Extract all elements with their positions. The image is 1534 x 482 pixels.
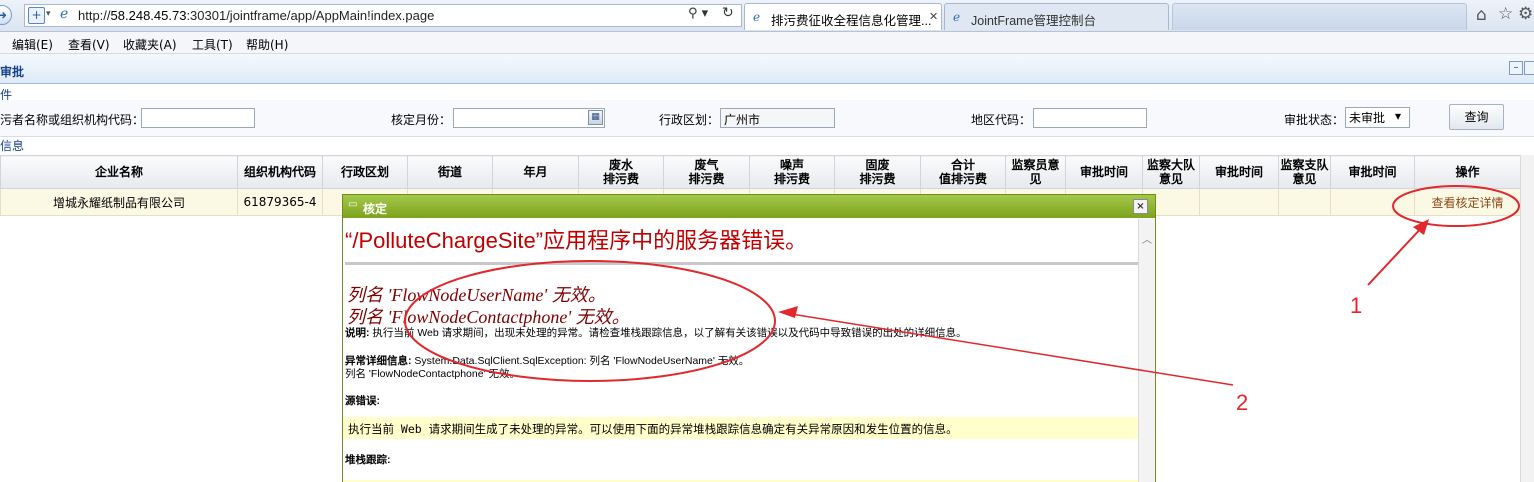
col-approval-time-2[interactable]: 审批时间 [1199, 155, 1279, 189]
description-text: 执行当前 Web 请求期间，出现未处理的异常。请检查堆栈跟踪信息，以了解有关该错… [372, 327, 967, 339]
scroll-up-icon[interactable]: ︿ [1142, 231, 1152, 246]
menu-favorites[interactable]: 收藏夹(A) [123, 36, 177, 53]
col-approval-time-1[interactable]: 审批时间 [1065, 155, 1143, 189]
dialog-header[interactable]: ▭ 核定 × [343, 195, 1155, 218]
month-input[interactable] [453, 108, 605, 128]
settings-gear-icon[interactable]: ⚙ [1518, 4, 1533, 24]
col-region[interactable]: 行政区划 [322, 155, 408, 189]
favorites-star-icon[interactable]: ☆ [1498, 4, 1513, 24]
chevron-down-icon: ▾ [1395, 109, 1402, 123]
col-wastegas-fee[interactable]: 废气 排污费 [663, 155, 750, 189]
col-wastewater-fee[interactable]: 废水 排污费 [578, 155, 664, 189]
menu-tools[interactable]: 工具(T) [192, 36, 233, 53]
status-selected-value: 未审批 [1349, 111, 1386, 125]
cell-company: 增城永耀纸制品有限公司 [0, 188, 238, 216]
page-title: 审批 [0, 65, 25, 79]
region-label: 行政区划： [659, 113, 720, 127]
grid-scrollbar[interactable] [1520, 155, 1534, 482]
col-inspector-opinion[interactable]: 监察员意 见 [1005, 155, 1066, 189]
close-icon[interactable]: × [1133, 199, 1148, 214]
month-label: 核定月份： [391, 113, 452, 127]
blank-tab[interactable] [1172, 3, 1467, 30]
url-text[interactable]: http://58.248.45.73:30301/jointframe/app… [78, 8, 434, 23]
cell-org-code: 61879365-4 [237, 188, 323, 216]
col-detachment-opinion[interactable]: 监察支队 意见 [1278, 155, 1331, 189]
col-action: 操作 [1414, 155, 1521, 189]
refresh-icon[interactable]: ↻ [722, 5, 734, 21]
url-scheme: http:// [78, 8, 111, 23]
info-legend: 信息 [0, 139, 25, 153]
source-error-box: 执行当前 Web 请求期间生成了未处理的异常。可以使用下面的异常堆栈跟踪信息确定… [343, 417, 1138, 439]
area-code-label: 地区代码： [971, 113, 1032, 127]
tab-label: 排污费征收全程信息化管理... [771, 14, 932, 28]
col-month[interactable]: 年月 [492, 155, 579, 189]
back-icon[interactable]: ➜ [0, 5, 12, 25]
menu-help[interactable]: 帮助(H) [246, 36, 288, 53]
minimize-icon[interactable]: – [1509, 61, 1523, 75]
cell-action: 查看核定详情 [1414, 188, 1521, 216]
search-icon[interactable]: ⚲ ▾ [688, 6, 708, 21]
ie-tab-icon: ℯ [953, 10, 961, 24]
error-title: “/PolluteChargeSite”应用程序中的服务器错误。 [345, 228, 808, 253]
col-approval-time-3[interactable]: 审批时间 [1330, 155, 1415, 189]
tab-pollution-fee[interactable]: ℯ 排污费征收全程信息化管理... ✕ [744, 3, 942, 30]
col-solidwaste-fee[interactable]: 固废 排污费 [834, 155, 921, 189]
annotation-label-2: 2 [1236, 390, 1248, 415]
url-path: :30301/jointframe/app/AppMain!index.page [186, 8, 435, 23]
compat-view-icon[interactable]: + [28, 7, 45, 24]
divider [345, 262, 1138, 265]
search-button[interactable]: 查询 [1449, 104, 1504, 130]
status-select[interactable]: 未审批 ▾ [1345, 107, 1410, 128]
stack-trace-label: 堆栈跟踪: [345, 454, 391, 466]
ie-tab-icon: ℯ [753, 10, 761, 24]
area-code-input[interactable] [1033, 108, 1147, 128]
menu-edit[interactable]: 编辑(E) [12, 36, 53, 53]
dialog-scrollbar[interactable]: ︿ [1138, 219, 1155, 482]
verify-dialog: ▭ 核定 × “/PolluteChargeSite”应用程序中的服务器错误。 … [342, 194, 1156, 482]
col-company[interactable]: 企业名称 [0, 155, 238, 189]
annotation-arrowhead-1 [1413, 219, 1429, 235]
annotation-label-1: 1 [1350, 293, 1362, 318]
status-label: 审批状态： [1284, 113, 1345, 127]
home-icon[interactable]: ⌂ [1476, 5, 1487, 25]
region-input[interactable]: 广州市 [720, 108, 835, 128]
col-noise-fee[interactable]: 噪声 排污费 [749, 155, 835, 189]
company-label: 污者名称或组织机构代码： [0, 113, 145, 127]
browser-toolbar: ➜ + ▾ ℯ http://58.248.45.73:30301/jointf… [0, 0, 1534, 32]
source-error-label: 源错误: [345, 395, 380, 407]
window-icon: ▭ [348, 199, 358, 210]
description-label: 说明: [345, 327, 370, 339]
page-header: 审批 – [0, 54, 1534, 84]
url-host: 58.248.45.73 [110, 8, 187, 23]
annotation-arrow-1 [1367, 223, 1426, 286]
tab-label: JointFrame管理控制台 [971, 14, 1097, 28]
ie-page-icon: ℯ [60, 6, 69, 22]
error-description: 说明: 执行当前 Web 请求期间，出现未处理的异常。请检查堆栈跟踪信息，以了解… [345, 325, 967, 340]
exception-text-2: 列名 'FlowNodeContactphone' 无效。 [345, 368, 520, 380]
close-tab-icon[interactable]: ✕ [929, 10, 938, 23]
menu-bar: 编辑(E) 查看(V) 收藏夹(A) 工具(T) 帮助(H) [0, 32, 1534, 54]
tab-jointframe-console[interactable]: ℯ JointFrame管理控制台 [944, 3, 1169, 30]
calendar-icon[interactable]: ▦ [588, 110, 603, 125]
menu-view[interactable]: 查看(V) [68, 36, 110, 53]
col-brigade-opinion[interactable]: 监察大队 意见 [1142, 155, 1200, 189]
col-total-fee[interactable]: 合计 值排污费 [920, 155, 1006, 189]
view-detail-link[interactable]: 查看核定详情 [1431, 196, 1503, 210]
maximize-icon[interactable] [1524, 61, 1534, 75]
dropdown-icon[interactable]: ▾ [46, 9, 51, 19]
col-street[interactable]: 街道 [407, 155, 493, 189]
col-org-code[interactable]: 组织机构代码 [237, 155, 323, 189]
grid-header-row: 企业名称 组织机构代码 行政区划 街道 年月 废水 排污费 废气 排污费 噪声 … [0, 155, 1521, 189]
company-input[interactable] [141, 108, 255, 128]
dialog-title: 核定 [363, 202, 388, 216]
